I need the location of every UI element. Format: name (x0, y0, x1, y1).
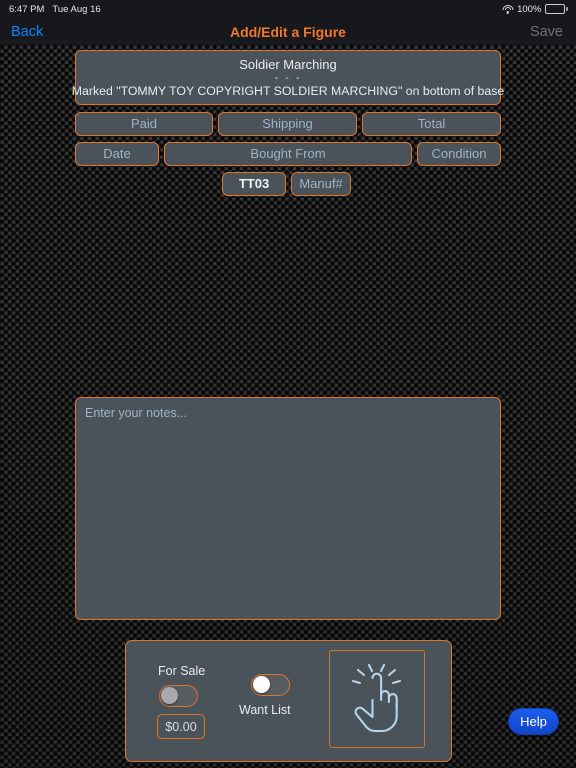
back-button[interactable]: Back (11, 18, 43, 45)
condition-field-label: Condition (431, 145, 487, 161)
for-sale-toggle-knob (161, 687, 179, 705)
battery-percent-label: 100% (517, 3, 542, 15)
figure-description-label: Marked "TOMMY TOY COPYRIGHT SOLDIER MARC… (71, 84, 505, 98)
total-field[interactable]: Total (362, 112, 501, 136)
want-list-toggle-knob (253, 676, 271, 694)
help-button[interactable]: Help (508, 708, 559, 735)
bought-from-field-label: Bought From (250, 145, 326, 161)
tap-hand-icon (351, 664, 402, 733)
date-field[interactable]: Date (75, 142, 159, 166)
status-bar: 6:47 PM Tue Aug 16 100% (0, 0, 576, 18)
shipping-field[interactable]: Shipping (218, 112, 357, 136)
notes-placeholder: Enter your notes... (85, 406, 188, 420)
paid-field[interactable]: Paid (75, 112, 213, 136)
save-button[interactable]: Save (530, 18, 563, 45)
want-list-toggle[interactable] (251, 674, 290, 696)
navigation-bar: Add/Edit a Figure Back Save (0, 18, 576, 45)
shipping-field-label: Shipping (262, 115, 313, 131)
page-title: Add/Edit a Figure (230, 23, 346, 40)
price-value: $0.00 (165, 719, 197, 734)
status-date: Tue Aug 16 (52, 3, 101, 15)
for-sale-toggle[interactable] (159, 685, 198, 707)
notes-input[interactable]: Enter your notes... (75, 397, 501, 620)
battery-full-icon (545, 4, 568, 14)
manufacturer-number-field[interactable]: Manuf# (291, 172, 351, 196)
status-bar-left: 6:47 PM Tue Aug 16 (0, 4, 101, 15)
for-sale-label: For Sale (158, 664, 206, 678)
sale-options-panel: For Sale $0.00 Want List (125, 640, 452, 762)
paid-field-label: Paid (130, 115, 158, 131)
add-edit-figure-screen: 6:47 PM Tue Aug 16 100% Add/Edit a Figur… (0, 0, 576, 768)
total-field-label: Total (417, 115, 446, 131)
status-time: 6:47 PM (9, 3, 45, 15)
catalog-number-field[interactable]: TT03 (222, 172, 286, 196)
bought-from-field[interactable]: Bought From (164, 142, 412, 166)
figure-divider: - - - (274, 72, 302, 84)
tap-hand-button[interactable] (329, 650, 425, 748)
want-list-label: Want List (239, 703, 291, 717)
manufacturer-number-label: Manuf# (299, 175, 343, 191)
price-field[interactable]: $0.00 (157, 714, 205, 739)
catalog-number-value: TT03 (238, 175, 270, 191)
date-field-label: Date (103, 145, 131, 161)
figure-header-box[interactable]: Soldier Marching - - - Marked "TOMMY TOY… (71, 50, 505, 105)
status-bar-right: 100% (502, 0, 568, 18)
condition-field[interactable]: Condition (417, 142, 501, 166)
figure-name-label: Soldier Marching (239, 57, 337, 72)
wifi-icon (502, 5, 514, 14)
